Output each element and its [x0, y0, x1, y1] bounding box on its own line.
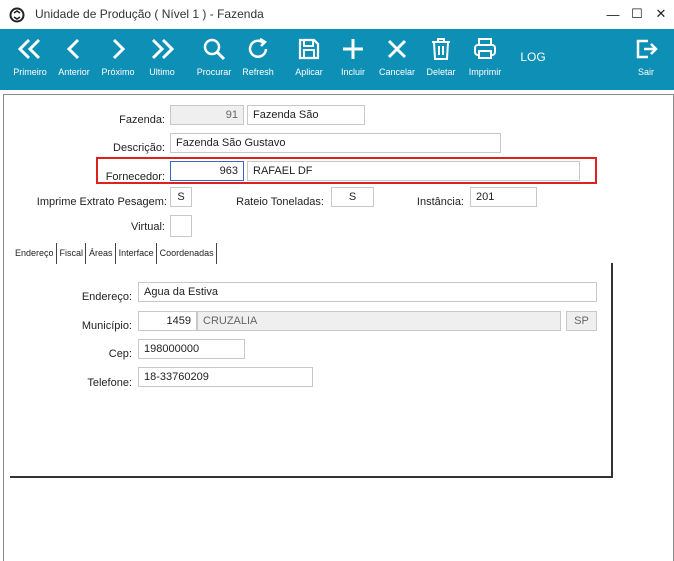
- maximize-icon: ☐: [631, 6, 643, 21]
- fornecedor-code-field[interactable]: 963: [170, 161, 244, 181]
- fazenda-code-field[interactable]: 91: [170, 105, 244, 125]
- print-button[interactable]: Imprimir: [467, 29, 503, 90]
- virtual-label: Virtual:: [130, 221, 165, 233]
- extrato-label: Imprime Extrato Pesagem:: [36, 196, 167, 208]
- delete-button[interactable]: Deletar: [423, 29, 459, 90]
- municipio-label: Município:: [81, 320, 132, 332]
- cep-field[interactable]: 198000000: [138, 339, 245, 359]
- cep-label: Cep:: [108, 348, 132, 360]
- app-logo-icon: [9, 7, 25, 23]
- tab-bar: Endereço Fiscal Áreas Interface Coordena…: [13, 243, 218, 264]
- search-label: Procurar: [196, 67, 232, 77]
- save-icon: [298, 38, 320, 60]
- endereco-label: Endereço:: [81, 291, 132, 303]
- refresh-label: Refresh: [242, 67, 274, 77]
- double-chevron-right-icon: [151, 38, 175, 60]
- descricao-label: Descrição:: [113, 142, 165, 154]
- search-button[interactable]: Procurar: [196, 29, 232, 90]
- instancia-label: Instância:: [416, 196, 464, 208]
- double-chevron-left-icon: [17, 38, 41, 60]
- insert-label: Incluir: [340, 67, 365, 77]
- print-label: Imprimir: [468, 67, 502, 77]
- tab-endereco[interactable]: Endereço: [13, 243, 57, 264]
- next-label: Próximo: [101, 67, 135, 77]
- descricao-field[interactable]: Fazenda São Gustavo: [170, 133, 501, 153]
- exit-button[interactable]: Sair: [628, 29, 664, 90]
- extrato-field[interactable]: S: [170, 187, 192, 207]
- fazenda-label: Fazenda:: [119, 114, 165, 126]
- printer-icon: [474, 38, 496, 59]
- telefone-field[interactable]: 18-33760209: [138, 367, 313, 387]
- fazenda-name-field[interactable]: Fazenda São: [247, 105, 365, 125]
- delete-label: Deletar: [426, 67, 456, 77]
- endereco-field[interactable]: Agua da Estiva: [138, 282, 597, 302]
- minimize-button[interactable]: —: [602, 3, 624, 25]
- window-title: Unidade de Produção ( Nível 1 ) - Fazend…: [35, 7, 264, 21]
- cancel-label: Cancelar: [378, 67, 416, 77]
- insert-button[interactable]: Incluir: [335, 29, 371, 90]
- tab-fiscal[interactable]: Fiscal: [58, 243, 87, 264]
- apply-label: Aplicar: [295, 67, 323, 77]
- last-button[interactable]: Ultimo: [144, 29, 180, 90]
- municipio-code-field[interactable]: 1459: [138, 311, 197, 331]
- rateio-label: Rateio Toneladas:: [236, 196, 324, 208]
- apply-button[interactable]: Aplicar: [291, 29, 327, 90]
- title-bar: Unidade de Produção ( Nível 1 ) - Fazend…: [0, 0, 674, 30]
- fornecedor-label: Fornecedor:: [105, 171, 165, 183]
- previous-label: Anterior: [58, 67, 90, 77]
- tab-interface[interactable]: Interface: [117, 243, 157, 264]
- rateio-field[interactable]: S: [331, 187, 374, 207]
- trash-icon: [432, 38, 450, 60]
- first-label: Primeiro: [13, 67, 47, 77]
- cancel-button[interactable]: Cancelar: [379, 29, 415, 90]
- close-icon: ✕: [655, 6, 667, 21]
- chevron-right-icon: [112, 38, 126, 60]
- municipio-name-field: CRUZALIA: [197, 311, 561, 331]
- close-button[interactable]: ✕: [650, 3, 672, 25]
- tab-areas[interactable]: Áreas: [87, 243, 116, 264]
- search-icon: [203, 38, 226, 61]
- previous-button[interactable]: Anterior: [56, 29, 92, 90]
- first-button[interactable]: Primeiro: [12, 29, 48, 90]
- close-x-icon: [387, 39, 407, 59]
- maximize-button[interactable]: ☐: [626, 3, 648, 25]
- fornecedor-name-field[interactable]: RAFAEL DF: [247, 161, 580, 181]
- refresh-button[interactable]: Refresh: [240, 29, 276, 90]
- logout-icon: [636, 39, 658, 59]
- virtual-field[interactable]: [170, 215, 192, 237]
- last-label: Ultimo: [149, 67, 175, 77]
- telefone-label: Telefone:: [87, 377, 132, 389]
- uf-field: SP: [566, 311, 597, 331]
- next-button[interactable]: Próximo: [100, 29, 136, 90]
- chevron-left-icon: [66, 38, 80, 60]
- log-label: LOG: [520, 50, 546, 64]
- exit-label: Sair: [637, 67, 654, 77]
- toolbar: Primeiro Anterior Próximo Ultimo Procura…: [0, 29, 674, 90]
- tab-coordenadas[interactable]: Coordenadas: [158, 243, 217, 264]
- plus-icon: [343, 39, 363, 59]
- instancia-field[interactable]: 201: [470, 187, 537, 207]
- refresh-icon: [248, 37, 268, 58]
- minimize-icon: —: [606, 6, 620, 22]
- log-button[interactable]: LOG: [515, 29, 551, 90]
